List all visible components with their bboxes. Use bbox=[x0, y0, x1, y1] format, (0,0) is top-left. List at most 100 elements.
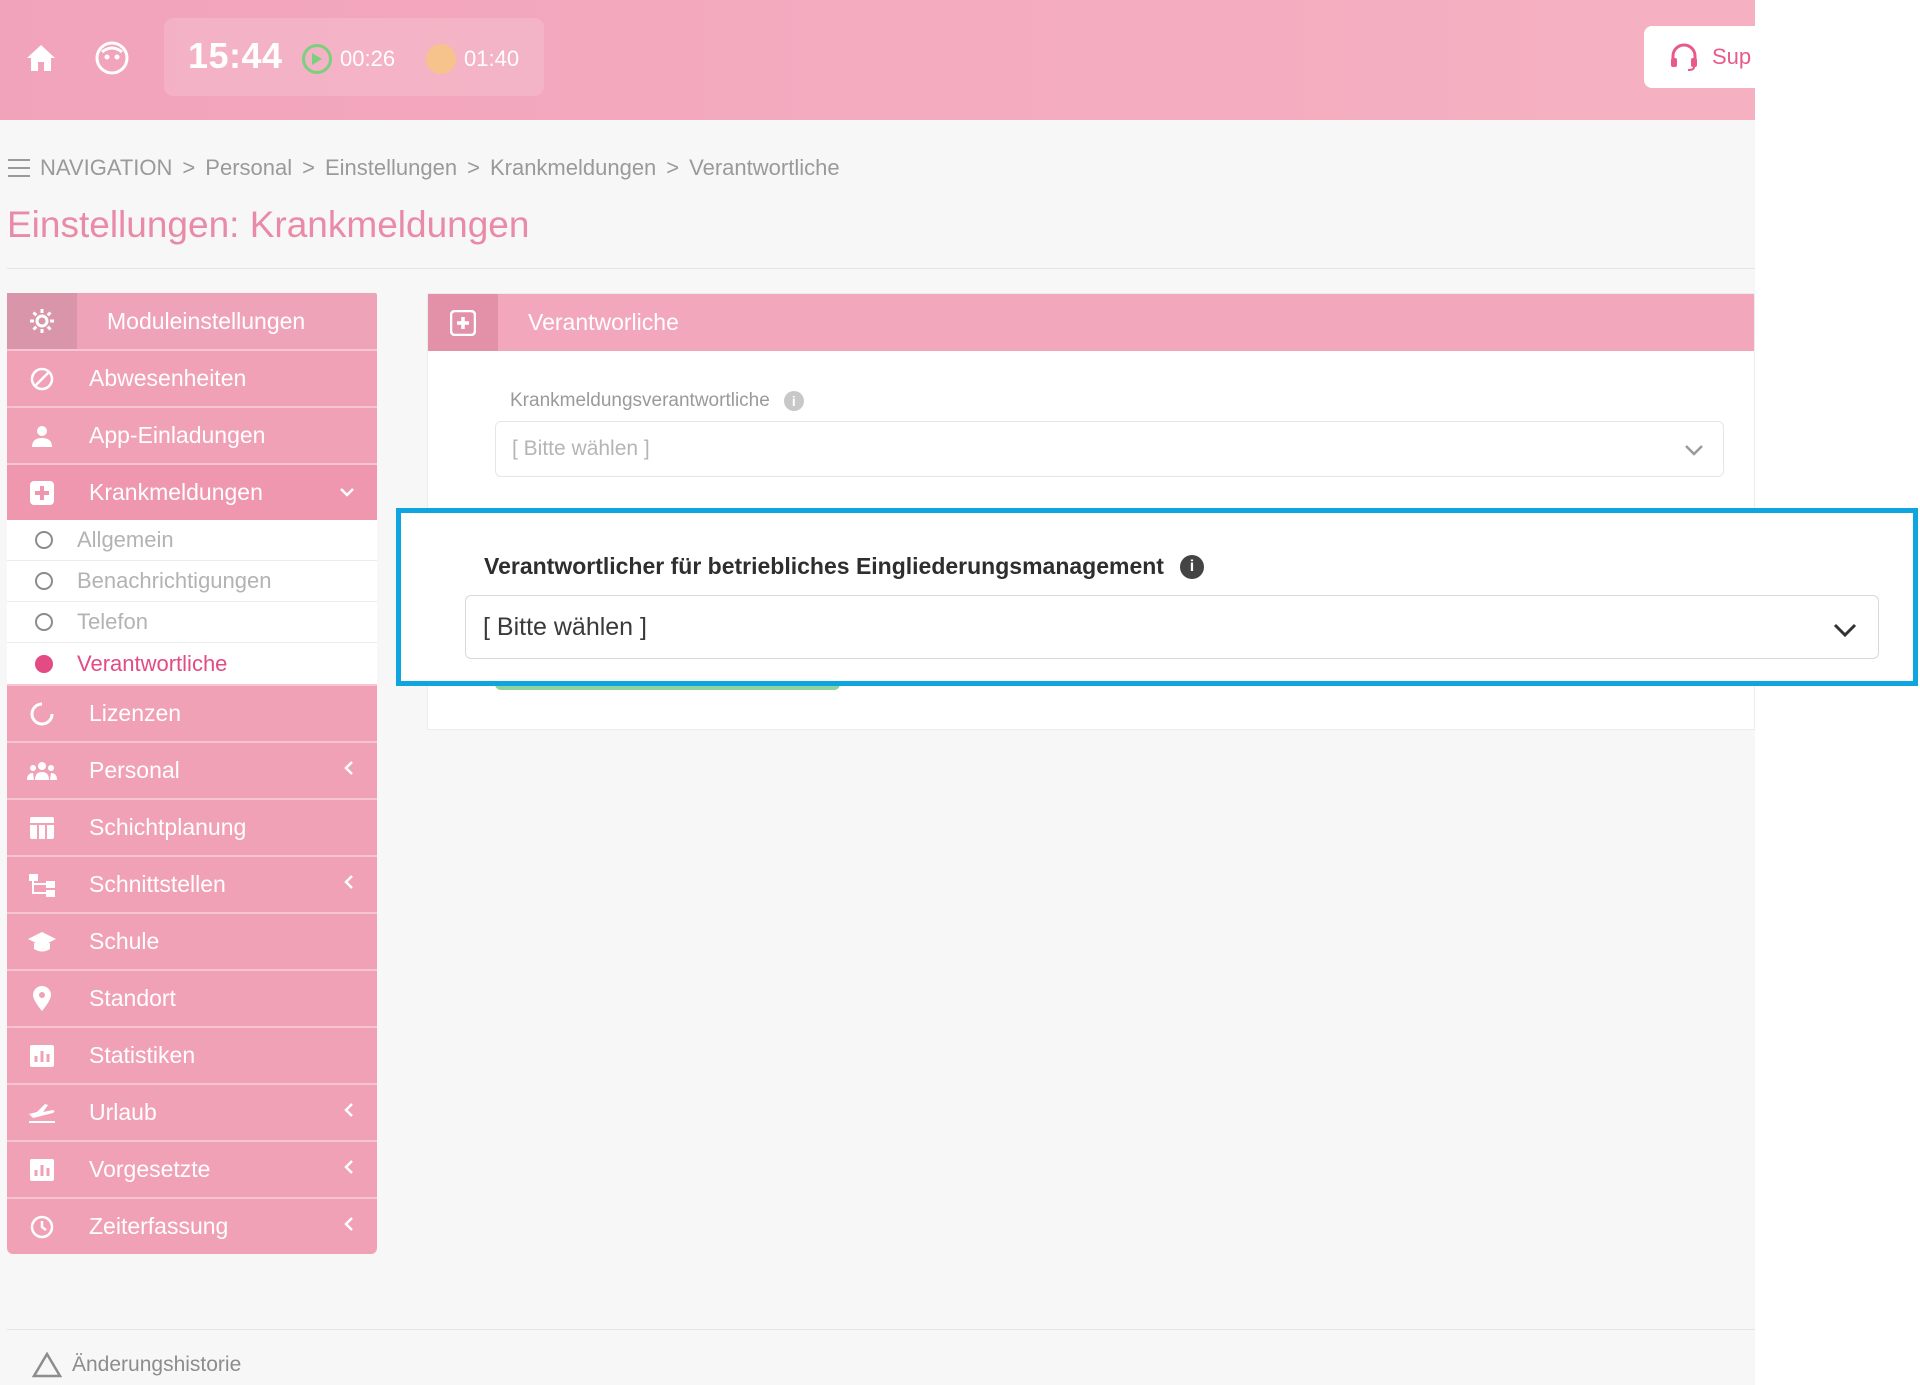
submenu-item-allgemein[interactable]: Allgemein bbox=[7, 520, 377, 561]
plane-icon bbox=[7, 1102, 77, 1124]
breadcrumb-root[interactable]: NAVIGATION bbox=[40, 155, 172, 181]
radio-icon bbox=[35, 572, 53, 590]
chart-icon bbox=[7, 1044, 77, 1068]
breadcrumb-item-current: Verantwortliche bbox=[689, 155, 840, 180]
sidebar-item-label: Lizenzen bbox=[89, 700, 182, 726]
submenu-item-benachrichtigungen[interactable]: Benachrichtigungen bbox=[7, 561, 377, 602]
submenu-item-label: Allgemein bbox=[77, 527, 174, 552]
chevron-left-icon bbox=[343, 1158, 355, 1181]
sidebar-item-zeiterfassung[interactable]: Zeiterfassung bbox=[7, 1197, 377, 1254]
sidebar-item-schule[interactable]: Schule bbox=[7, 912, 377, 969]
table-icon bbox=[7, 816, 77, 840]
sidebar-header-label: Moduleinstellungen bbox=[107, 307, 306, 334]
breadcrumb-separator: > bbox=[666, 155, 680, 180]
sidebar-item-label: Schichtplanung bbox=[89, 814, 247, 840]
warning-triangle-icon bbox=[32, 1352, 62, 1378]
submenu-item-label: Verantwortliche bbox=[77, 650, 228, 676]
user-icon bbox=[7, 424, 77, 448]
chevron-left-icon bbox=[343, 759, 355, 782]
footer-divider bbox=[7, 1329, 1755, 1330]
submenu-item-label: Telefon bbox=[77, 609, 148, 634]
chevron-left-icon bbox=[343, 1215, 355, 1238]
sidebar-item-lizenzen[interactable]: Lizenzen bbox=[7, 684, 377, 741]
krankmeldungsverantwortliche-label: Krankmeldungsverantwortliche bbox=[510, 390, 770, 411]
medical-plus-icon bbox=[7, 480, 77, 506]
breadcrumb-item[interactable]: Personal bbox=[205, 155, 292, 181]
page-title: Einstellungen: Krankmeldungen bbox=[7, 204, 530, 245]
submenu-item-verantwortliche[interactable]: Verantwortliche bbox=[7, 643, 377, 684]
history-label: Änderungshistorie bbox=[72, 1353, 242, 1376]
gear-icon bbox=[7, 293, 77, 349]
chevron-down-icon bbox=[1832, 616, 1858, 645]
top-bar: 15:44 00:26 01:40 Sup bbox=[0, 0, 1755, 120]
play-icon bbox=[302, 44, 332, 74]
break-timer-value: 01:40 bbox=[464, 46, 520, 71]
ban-icon bbox=[7, 366, 77, 392]
submenu-item-telefon[interactable]: Telefon bbox=[7, 602, 377, 643]
breadcrumb-separator: > bbox=[467, 155, 480, 180]
medical-plus-icon bbox=[428, 294, 498, 351]
radio-icon bbox=[35, 613, 53, 631]
support-label: Sup bbox=[1712, 44, 1752, 69]
eingliederungsmanagement-select[interactable]: [ Bitte wählen ] bbox=[465, 595, 1879, 659]
menu-icon[interactable] bbox=[8, 159, 30, 177]
sidebar-item-label: Standort bbox=[89, 985, 176, 1011]
sidebar-item-app-einladungen[interactable]: App-Einladungen bbox=[7, 406, 377, 463]
sidebar-item-label: Personal bbox=[89, 757, 180, 783]
select-value: [ Bitte wählen ] bbox=[512, 437, 650, 460]
sidebar-item-label: App-Einladungen bbox=[89, 422, 266, 448]
map-marker-icon bbox=[7, 985, 77, 1012]
break-timer[interactable]: 01:40 bbox=[426, 44, 519, 74]
breadcrumb-item[interactable]: Einstellungen bbox=[325, 155, 457, 181]
sidebar-header: Moduleinstellungen bbox=[7, 293, 377, 349]
sitemap-icon bbox=[7, 873, 77, 897]
sidebar-item-statistiken[interactable]: Statistiken bbox=[7, 1026, 377, 1083]
chart-box-icon bbox=[7, 1158, 77, 1182]
sidebar-item-schnittstellen[interactable]: Schnittstellen bbox=[7, 855, 377, 912]
breadcrumb-item[interactable]: Krankmeldungen bbox=[490, 155, 656, 181]
field-label: Verantwortlicher für betriebliches Eingl… bbox=[484, 553, 1204, 580]
history-link[interactable]: Änderungshistorie bbox=[32, 1352, 241, 1378]
radio-icon bbox=[35, 531, 53, 549]
chevron-left-icon bbox=[343, 873, 355, 896]
panel-title: Verantworliche bbox=[528, 309, 679, 335]
eingliederungsmanagement-label: Verantwortlicher für betriebliches Eingl… bbox=[484, 553, 1164, 579]
sidebar-item-krankmeldungen[interactable]: Krankmeldungen bbox=[7, 463, 377, 520]
sidebar-item-label: Statistiken bbox=[89, 1042, 196, 1068]
graduation-cap-icon bbox=[7, 931, 77, 953]
circle-notch-icon bbox=[7, 701, 77, 727]
select-value: [ Bitte wählen ] bbox=[483, 612, 647, 641]
sidebar-item-label: Urlaub bbox=[89, 1099, 157, 1125]
radio-selected-icon bbox=[35, 654, 53, 673]
krankmeldungsverantwortliche-select[interactable]: [ Bitte wählen ] bbox=[495, 421, 1724, 477]
work-timer-value: 00:26 bbox=[340, 46, 396, 71]
sidebar-item-abwesenheiten[interactable]: Abwesenheiten bbox=[7, 349, 377, 406]
breadcrumb: NAVIGATION > Personal > Einstellungen > … bbox=[8, 155, 840, 181]
sidebar-item-vorgesetzte[interactable]: Vorgesetzte bbox=[7, 1140, 377, 1197]
title-divider bbox=[7, 268, 1755, 269]
chevron-left-icon bbox=[343, 1101, 355, 1124]
sidebar-item-standort[interactable]: Standort bbox=[7, 969, 377, 1026]
panel-header: Verantworliche bbox=[428, 294, 1754, 351]
info-icon[interactable]: i bbox=[1179, 554, 1204, 579]
headset-icon bbox=[1671, 43, 1697, 71]
sidebar-item-label: Krankmeldungen bbox=[89, 479, 263, 505]
settings-sidebar: Moduleinstellungen Abwesenheiten App-Ein… bbox=[7, 293, 377, 1254]
users-icon bbox=[7, 760, 77, 782]
sidebar-submenu: Allgemein Benachrichtigungen Telefon Ver… bbox=[7, 520, 377, 684]
coffee-icon bbox=[426, 44, 456, 74]
sidebar-item-urlaub[interactable]: Urlaub bbox=[7, 1083, 377, 1140]
app-window: 15:44 00:26 01:40 Sup NAVIGATION > Perso… bbox=[0, 0, 1755, 1385]
home-icon[interactable] bbox=[20, 37, 62, 79]
support-button[interactable]: Sup bbox=[1644, 26, 1755, 88]
avatar-icon[interactable] bbox=[91, 37, 133, 79]
sidebar-item-personal[interactable]: Personal bbox=[7, 741, 377, 798]
sidebar-item-label: Abwesenheiten bbox=[89, 365, 247, 391]
sidebar-item-schichtplanung[interactable]: Schichtplanung bbox=[7, 798, 377, 855]
work-timer[interactable]: 00:26 bbox=[302, 44, 395, 74]
info-icon[interactable]: i bbox=[783, 391, 804, 411]
chevron-down-icon bbox=[339, 481, 355, 504]
highlight-callout: Verantwortlicher für betriebliches Eingl… bbox=[396, 508, 1918, 686]
submenu-item-label: Benachrichtigungen bbox=[77, 568, 272, 593]
chevron-down-icon bbox=[1683, 439, 1705, 463]
